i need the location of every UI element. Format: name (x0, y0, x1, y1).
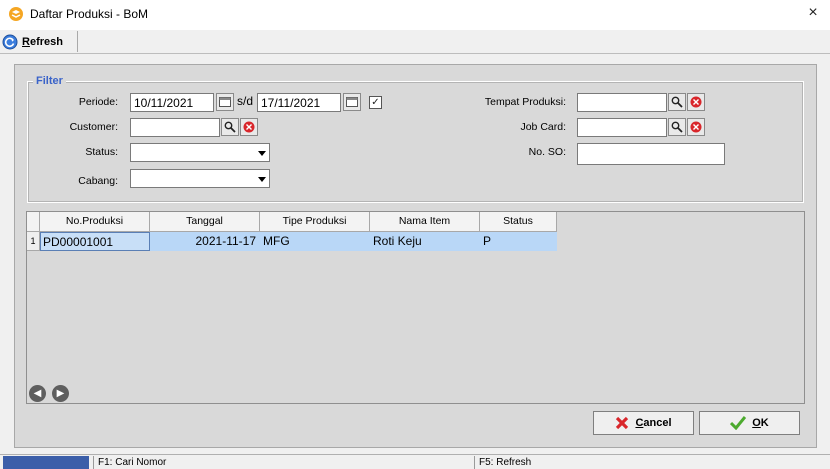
status-divider (93, 456, 94, 469)
clear-icon (690, 121, 702, 133)
previous-page-button[interactable]: ◀ (29, 385, 46, 402)
ok-label: OK (752, 417, 769, 429)
periode-label: Periode: (78, 96, 118, 108)
close-button[interactable]: × (798, 2, 828, 26)
status-hint-refresh: F5: Refresh (479, 457, 532, 468)
chevron-down-icon (258, 177, 266, 182)
tempat-produksi-search-button[interactable] (668, 93, 686, 111)
customer-field[interactable] (130, 118, 220, 137)
cell-status[interactable]: P (480, 232, 557, 251)
cancel-button[interactable]: Cancel (593, 411, 694, 435)
ok-button[interactable]: OK (699, 411, 800, 435)
periode-checkbox[interactable]: ✓ (369, 96, 382, 109)
refresh-label: Refresh (22, 35, 63, 48)
grid-corner (27, 212, 40, 232)
clear-icon (243, 121, 255, 133)
column-header-tanggal[interactable]: Tanggal (150, 212, 260, 232)
customer-clear-button[interactable] (240, 118, 258, 136)
periode-separator: s/d (237, 94, 254, 108)
clear-icon (690, 96, 702, 108)
status-indicator (3, 456, 89, 469)
window-title: Daftar Produksi - BoM (30, 7, 149, 21)
toolbar: Refresh (0, 30, 830, 54)
arrow-right-icon: ▶ (56, 388, 65, 399)
job-card-clear-button[interactable] (687, 118, 705, 136)
status-select[interactable] (130, 143, 270, 162)
refresh-icon (2, 34, 18, 50)
cabang-select[interactable] (130, 169, 270, 188)
column-header-no-produksi[interactable]: No.Produksi (40, 212, 150, 232)
tempat-produksi-clear-button[interactable] (687, 93, 705, 111)
status-divider (474, 456, 475, 469)
cell-tipe-produksi[interactable]: MFG (260, 232, 370, 251)
no-so-label: No. SO: (528, 146, 566, 158)
column-header-status[interactable]: Status (480, 212, 557, 232)
cancel-label: Cancel (635, 417, 672, 429)
status-hint-cari-nomor: F1: Cari Nomor (98, 457, 167, 468)
periode-from-field[interactable]: 10/11/2021 (130, 93, 214, 112)
checkmark-icon (730, 416, 747, 430)
arrow-left-icon: ◀ (33, 388, 42, 399)
refresh-button[interactable]: Refresh (2, 31, 78, 52)
app-icon (8, 6, 24, 22)
column-header-tipe-produksi[interactable]: Tipe Produksi (260, 212, 370, 232)
periode-to-field[interactable]: 17/11/2021 (257, 93, 341, 112)
periode-from-calendar-button[interactable] (216, 93, 234, 111)
no-so-field[interactable] (577, 143, 725, 165)
customer-label: Customer: (69, 121, 118, 133)
job-card-field[interactable] (577, 118, 667, 137)
search-icon (671, 121, 683, 133)
row-indicator: 1 (27, 232, 40, 251)
calendar-icon (219, 97, 231, 107)
job-card-label: Job Card: (520, 121, 566, 133)
cell-tanggal[interactable]: 2021-11-17 (150, 232, 260, 251)
calendar-icon (346, 97, 358, 107)
job-card-search-button[interactable] (668, 118, 686, 136)
chevron-down-icon (258, 151, 266, 156)
search-icon (224, 121, 236, 133)
status-label: Status: (85, 146, 118, 158)
periode-to-calendar-button[interactable] (343, 93, 361, 111)
column-header-nama-item[interactable]: Nama Item (370, 212, 480, 232)
cabang-label: Cabang: (78, 175, 118, 187)
cancel-icon (616, 416, 629, 430)
cell-nama-item[interactable]: Roti Keju (370, 232, 480, 251)
filter-legend: Filter (33, 75, 66, 87)
tempat-produksi-field[interactable] (577, 93, 667, 112)
next-page-button[interactable]: ▶ (52, 385, 69, 402)
customer-search-button[interactable] (221, 118, 239, 136)
tempat-produksi-label: Tempat Produksi: (484, 96, 566, 108)
search-icon (671, 96, 683, 108)
cell-no-produksi[interactable]: PD00001001 (40, 232, 150, 251)
